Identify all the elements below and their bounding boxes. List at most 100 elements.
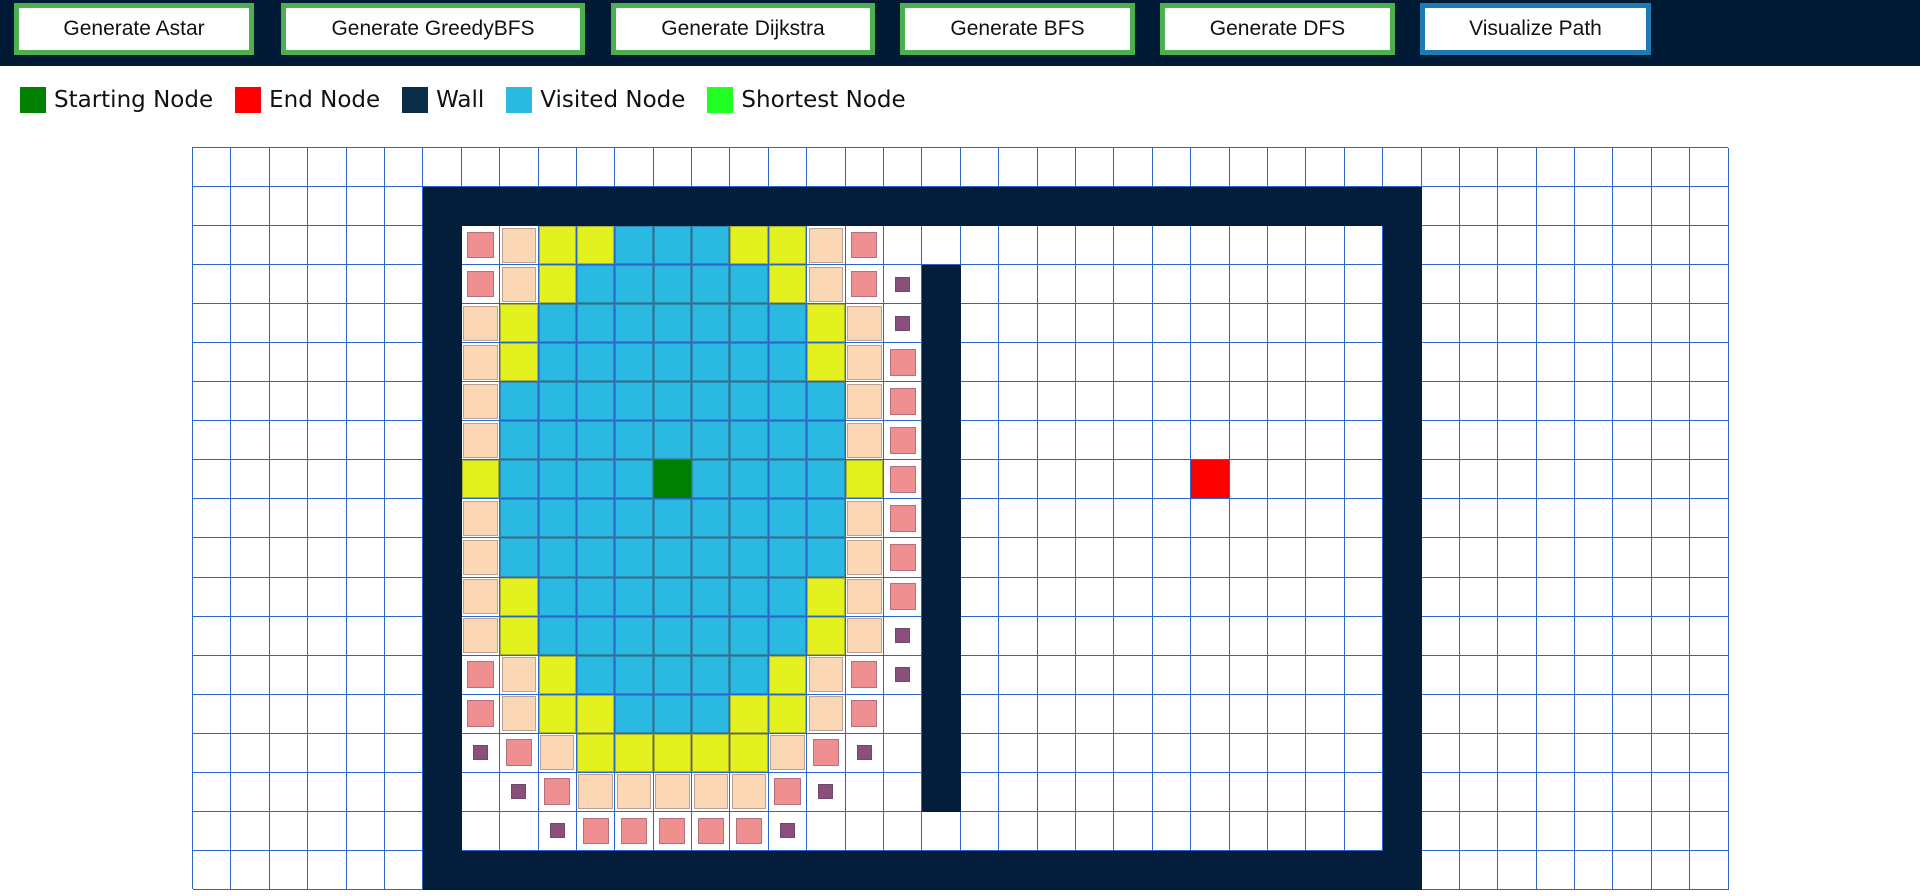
- grid-node[interactable]: [615, 148, 654, 188]
- visited-node[interactable]: [807, 499, 846, 539]
- wall-node[interactable]: [1114, 187, 1153, 227]
- grid-node[interactable]: [960, 538, 1000, 578]
- wall-node[interactable]: [423, 343, 462, 383]
- grid-node[interactable]: [231, 733, 270, 773]
- grid-node[interactable]: [1690, 343, 1729, 383]
- grid-node[interactable]: [1229, 733, 1268, 773]
- grid-node[interactable]: [500, 148, 539, 188]
- visited-node[interactable]: [500, 616, 539, 656]
- grid-node[interactable]: [1613, 343, 1652, 383]
- grid-node[interactable]: [1498, 343, 1537, 383]
- visited-node[interactable]: [538, 655, 577, 695]
- visited-node[interactable]: [653, 577, 693, 617]
- grid-node[interactable]: [269, 460, 309, 500]
- grid-node[interactable]: [1306, 733, 1345, 773]
- wall-node[interactable]: [615, 850, 654, 890]
- visited-node[interactable]: [768, 811, 808, 851]
- wall-node[interactable]: [423, 499, 462, 539]
- grid-node[interactable]: [960, 811, 1000, 851]
- visited-node[interactable]: [807, 538, 846, 578]
- grid-node[interactable]: [1651, 772, 1691, 812]
- grid-node[interactable]: [999, 733, 1038, 773]
- visited-node[interactable]: [653, 811, 693, 851]
- visited-node[interactable]: [653, 733, 693, 773]
- grid-node[interactable]: [1690, 148, 1729, 188]
- grid-node[interactable]: [1651, 382, 1691, 422]
- grid-node[interactable]: [1114, 538, 1153, 578]
- grid-node[interactable]: [1075, 265, 1115, 305]
- grid-node[interactable]: [1037, 733, 1076, 773]
- grid-node[interactable]: [999, 226, 1038, 266]
- visited-node[interactable]: [500, 304, 539, 344]
- visited-node[interactable]: [461, 577, 501, 617]
- grid-node[interactable]: [1421, 382, 1460, 422]
- grid-node[interactable]: [1267, 421, 1307, 461]
- grid-node[interactable]: [1613, 538, 1652, 578]
- grid-node[interactable]: [1191, 772, 1230, 812]
- visited-node[interactable]: [461, 265, 501, 305]
- visited-node[interactable]: [538, 421, 577, 461]
- visited-node[interactable]: [653, 538, 693, 578]
- grid-node[interactable]: [1229, 499, 1268, 539]
- grid-node[interactable]: [346, 421, 385, 461]
- grid-node[interactable]: [1114, 616, 1153, 656]
- visited-node[interactable]: [730, 304, 769, 344]
- grid-node[interactable]: [1037, 772, 1076, 812]
- visited-node[interactable]: [692, 265, 731, 305]
- visited-node[interactable]: [576, 265, 616, 305]
- wall-node[interactable]: [845, 187, 885, 227]
- visited-node[interactable]: [807, 655, 846, 695]
- grid-node[interactable]: [346, 772, 385, 812]
- grid-node[interactable]: [653, 148, 693, 188]
- visited-node[interactable]: [768, 733, 808, 773]
- grid-node[interactable]: [1344, 343, 1384, 383]
- visited-node[interactable]: [768, 694, 808, 734]
- grid-node[interactable]: [269, 187, 309, 227]
- wall-node[interactable]: [1383, 304, 1422, 344]
- visited-node[interactable]: [807, 226, 846, 266]
- wall-node[interactable]: [1229, 187, 1268, 227]
- generate-greedybfs-button[interactable]: Generate GreedyBFS: [281, 3, 585, 55]
- grid-node[interactable]: [1575, 577, 1614, 617]
- grid-node[interactable]: [1191, 226, 1230, 266]
- grid-node[interactable]: [1344, 733, 1384, 773]
- grid-node[interactable]: [1613, 304, 1652, 344]
- grid-node[interactable]: [1114, 499, 1153, 539]
- grid-node[interactable]: [308, 187, 347, 227]
- visited-node[interactable]: [730, 265, 769, 305]
- grid-node[interactable]: [193, 226, 232, 266]
- grid-node[interactable]: [1651, 187, 1691, 227]
- grid-node[interactable]: [193, 772, 232, 812]
- visited-node[interactable]: [500, 655, 539, 695]
- grid-node[interactable]: [1575, 499, 1614, 539]
- grid-node[interactable]: [231, 811, 270, 851]
- wall-node[interactable]: [1383, 811, 1422, 851]
- grid-node[interactable]: [960, 304, 1000, 344]
- visited-node[interactable]: [538, 265, 577, 305]
- visited-node[interactable]: [768, 538, 808, 578]
- grid-node[interactable]: [1690, 499, 1729, 539]
- visited-node[interactable]: [692, 304, 731, 344]
- grid-node[interactable]: [884, 226, 923, 266]
- grid-node[interactable]: [999, 499, 1038, 539]
- wall-node[interactable]: [922, 265, 961, 305]
- grid-node[interactable]: [960, 577, 1000, 617]
- wall-node[interactable]: [1037, 850, 1076, 890]
- grid-node[interactable]: [1613, 811, 1652, 851]
- visited-node[interactable]: [845, 499, 885, 539]
- wall-node[interactable]: [576, 187, 616, 227]
- grid-node[interactable]: [1690, 616, 1729, 656]
- visited-node[interactable]: [845, 304, 885, 344]
- grid-node[interactable]: [1075, 148, 1115, 188]
- visited-node[interactable]: [653, 772, 693, 812]
- wall-node[interactable]: [1383, 421, 1422, 461]
- visited-node[interactable]: [730, 421, 769, 461]
- grid-node[interactable]: [1075, 577, 1115, 617]
- grid-node[interactable]: [384, 226, 424, 266]
- grid-node[interactable]: [1152, 460, 1192, 500]
- wall-node[interactable]: [461, 187, 501, 227]
- grid-node[interactable]: [231, 850, 270, 890]
- grid-node[interactable]: [1498, 811, 1537, 851]
- grid-node[interactable]: [960, 148, 1000, 188]
- grid-node[interactable]: [1536, 655, 1576, 695]
